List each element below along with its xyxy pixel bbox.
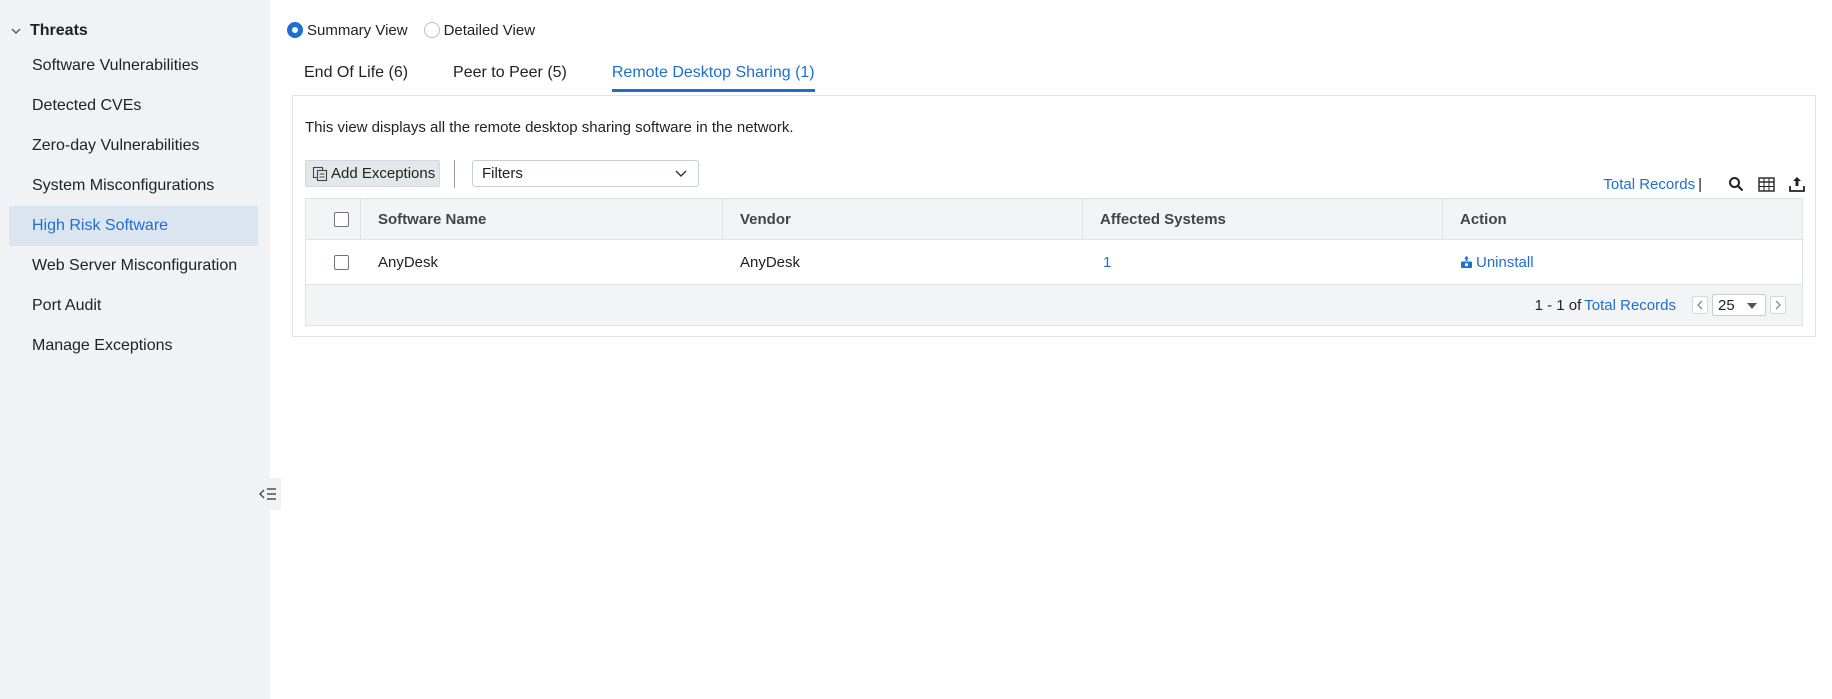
column-chooser-button[interactable] <box>1758 176 1775 192</box>
row-select-cell <box>306 240 361 284</box>
uninstall-link[interactable]: Uninstall <box>1460 254 1534 271</box>
record-range: 1 - 1 of <box>1534 296 1582 314</box>
collapse-sidebar-icon <box>259 488 276 500</box>
chevron-left-icon <box>1697 300 1703 310</box>
sidebar-item-software-vulnerabilities[interactable]: Software Vulnerabilities <box>9 46 258 86</box>
column-header-action: Action <box>1460 210 1507 228</box>
sidebar-item-zero-day-vulnerabilities[interactable]: Zero-day Vulnerabilities <box>9 126 258 166</box>
sidebar-item-system-misconfigurations[interactable]: System Misconfigurations <box>9 166 258 206</box>
caret-down-icon <box>1747 303 1757 309</box>
row-checkbox[interactable] <box>334 254 349 270</box>
section-title: Threats <box>30 22 88 39</box>
filters-dropdown[interactable]: Filters <box>472 160 699 187</box>
vendor-cell: AnyDesk <box>740 253 801 271</box>
sidebar-item-detected-cves[interactable]: Detected CVEs <box>9 86 258 126</box>
category-tabs: End Of Life (6) Peer to Peer (5) Remote … <box>304 58 860 92</box>
sidebar-item-label: System Misconfigurations <box>32 177 215 194</box>
column-header-affected-systems[interactable]: Affected Systems <box>1083 199 1443 239</box>
sidebar-item-label: Web Server Misconfiguration <box>32 257 238 274</box>
export-icon <box>1789 177 1805 192</box>
footer-total-records-link[interactable]: Total Records <box>1584 297 1676 314</box>
uninstall-label: Uninstall <box>1476 253 1534 271</box>
page-size-value: 25 <box>1718 296 1735 314</box>
table-header: Software Name Vendor Affected Systems Ac… <box>306 199 1802 240</box>
tools-separator: | <box>1698 175 1702 193</box>
summary-view-radio[interactable]: Summary View <box>287 22 408 39</box>
sidebar: Threats Software Vulnerabilities Detecte… <box>0 0 270 699</box>
radio-unchecked-icon <box>423 22 440 38</box>
tab-label: Peer to Peer (5) <box>453 64 567 81</box>
sidebar-item-label: High Risk Software <box>32 217 169 234</box>
tab-peer-to-peer[interactable]: Peer to Peer (5) <box>453 58 567 92</box>
tab-end-of-life[interactable]: End Of Life (6) <box>304 58 408 92</box>
tab-remote-desktop-sharing[interactable]: Remote Desktop Sharing (1) <box>611 58 815 92</box>
chevron-down-icon <box>11 28 21 34</box>
table-columns-icon <box>1758 176 1775 192</box>
sidebar-item-label: Zero-day Vulnerabilities <box>32 137 200 154</box>
page-size-select[interactable]: 25 <box>1712 294 1766 316</box>
content-panel: This view displays all the remote deskto… <box>292 95 1816 337</box>
tab-label: End Of Life (6) <box>304 64 409 81</box>
filters-label: Filters <box>482 165 523 182</box>
action-cell: Uninstall <box>1443 240 1802 284</box>
threats-section-header[interactable]: Threats <box>10 20 88 42</box>
toolbar-divider <box>454 160 455 188</box>
detailed-view-radio[interactable]: Detailed View <box>423 21 536 39</box>
search-icon <box>1729 177 1744 192</box>
sidebar-item-label: Detected CVEs <box>32 97 142 114</box>
search-button[interactable] <box>1728 176 1744 192</box>
column-header-vendor[interactable]: Vendor <box>723 199 1083 239</box>
sidebar-item-port-audit[interactable]: Port Audit <box>9 286 258 326</box>
chevron-down-icon <box>675 170 687 177</box>
sidebar-item-label: Manage Exceptions <box>32 337 173 354</box>
total-records-link[interactable]: Total Records <box>1603 176 1695 193</box>
sidebar-item-high-risk-software[interactable]: High Risk Software <box>9 206 258 246</box>
software-name-cell: AnyDesk <box>378 253 439 271</box>
copy-icon <box>312 166 328 181</box>
sidebar-item-web-server-misconfiguration[interactable]: Web Server Misconfiguration <box>9 246 258 286</box>
tab-label: Remote Desktop Sharing (1) <box>611 64 815 81</box>
button-label: Add Exceptions <box>331 165 436 182</box>
chevron-right-icon <box>1775 300 1781 310</box>
view-description: This view displays all the remote deskto… <box>305 119 794 136</box>
export-button[interactable] <box>1789 176 1805 192</box>
previous-page-button[interactable] <box>1692 296 1708 314</box>
software-table: Software Name Vendor Affected Systems Ac… <box>305 198 1803 326</box>
select-all-checkbox[interactable] <box>334 211 349 227</box>
table-row: AnyDesk AnyDesk 1 Uninstall <box>306 240 1802 285</box>
table-footer-pagination: 1 - 1 of Total Records 25 <box>306 285 1802 325</box>
next-page-button[interactable] <box>1770 296 1786 314</box>
affected-systems-cell: 1 <box>1083 240 1443 284</box>
table-tools: Total Records | <box>1603 174 1805 194</box>
collapse-sidebar-button[interactable] <box>255 478 281 510</box>
add-exceptions-button[interactable]: Add Exceptions <box>305 160 440 187</box>
sidebar-item-label: Software Vulnerabilities <box>32 57 199 74</box>
uninstall-icon <box>1461 256 1472 268</box>
header-select-cell <box>306 199 361 239</box>
sidebar-item-manage-exceptions[interactable]: Manage Exceptions <box>9 326 258 366</box>
radio-label: Detailed View <box>443 21 536 39</box>
view-toggle: Summary View Detailed View <box>287 20 551 40</box>
affected-systems-link[interactable]: 1 <box>1100 254 1111 271</box>
column-header-software-name[interactable]: Software Name <box>361 199 723 239</box>
sidebar-item-label: Port Audit <box>32 297 102 314</box>
radio-label: Summary View <box>307 21 408 39</box>
radio-checked-icon <box>287 22 303 38</box>
